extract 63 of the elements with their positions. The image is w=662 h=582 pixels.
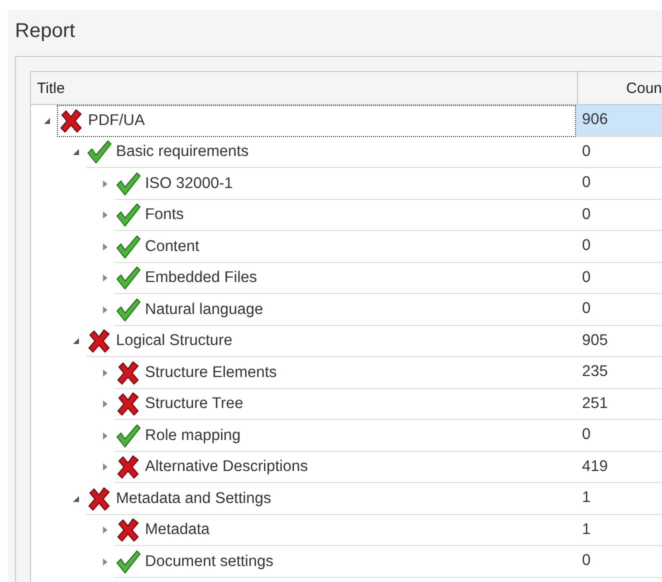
column-header[interactable]: Title [31, 72, 578, 104]
collapsed-arrow-icon[interactable] [101, 180, 109, 188]
collapsed-arrow-icon[interactable] [101, 400, 109, 408]
expanded-arrow-icon[interactable] [72, 337, 80, 346]
tree-row[interactable]: ISO 32000-1 [115, 168, 576, 200]
tree-row[interactable]: Structure Tree [115, 388, 576, 420]
count-cell: 0 [576, 231, 662, 262]
tree-row[interactable]: Content [115, 231, 576, 262]
count-cell: 251 [576, 388, 662, 420]
count-cell: 0 [576, 168, 662, 200]
row-title: Role mapping [145, 426, 241, 445]
row-title: PDF/UA [88, 112, 145, 130]
tree-row[interactable]: PDF/UA [57, 105, 576, 136]
tree-row[interactable]: Alternative Descriptions [115, 452, 576, 483]
collapsed-arrow-icon[interactable] [101, 432, 109, 440]
count-cell: 0 [576, 262, 662, 294]
count-cell: 1 [576, 514, 662, 546]
row-title: Basic requirements [116, 143, 249, 162]
count-cell: 0 [576, 136, 662, 168]
count-cell: 905 [576, 326, 662, 357]
row-title: Embedded Files [145, 269, 258, 288]
row-title: Alternative Descriptions [145, 458, 308, 476]
panel-title: Report [15, 20, 76, 44]
count-cell: 0 [576, 200, 662, 231]
row-title: Structure Tree [145, 395, 244, 414]
column-header[interactable]: Coun [578, 72, 662, 104]
tree-row[interactable]: Metadata and Settings [86, 483, 576, 514]
collapsed-arrow-icon[interactable] [101, 558, 109, 566]
collapsed-arrow-icon[interactable] [101, 463, 109, 472]
tree-row[interactable]: Role mapping [115, 420, 576, 452]
tree-row[interactable]: Basic requirements [86, 136, 576, 168]
collapsed-arrow-icon[interactable] [101, 211, 109, 220]
row-title: Structure Elements [145, 364, 277, 382]
collapsed-arrow-icon[interactable] [101, 368, 109, 377]
tree-row[interactable]: Logical Structure [86, 326, 576, 357]
row-title: Fonts [145, 206, 184, 224]
count-cell: 0 [576, 294, 662, 326]
tree-row[interactable]: Structure Elements [115, 357, 576, 388]
tree-row[interactable]: Embedded Files [115, 262, 576, 294]
collapsed-arrow-icon[interactable] [101, 306, 109, 314]
expanded-arrow-icon[interactable] [72, 148, 80, 156]
expanded-arrow-icon[interactable] [72, 494, 80, 503]
count-cell: 906 [576, 105, 662, 136]
row-title: ISO 32000-1 [145, 174, 233, 193]
count-cell: 235 [576, 357, 662, 388]
expanded-arrow-icon[interactable] [43, 116, 51, 125]
row-title: Metadata [145, 521, 210, 540]
count-cell: 419 [576, 452, 662, 483]
tree-row[interactable]: Fonts [115, 200, 576, 231]
tree-row[interactable]: Natural language [115, 294, 576, 326]
row-title: Metadata and Settings [116, 490, 272, 508]
collapsed-arrow-icon[interactable] [101, 526, 109, 534]
count-cell: 0 [576, 546, 662, 578]
row-title: Document settings [145, 552, 274, 571]
collapsed-arrow-icon[interactable] [101, 274, 109, 282]
row-title: Content [145, 238, 200, 256]
count-cell: 0 [576, 420, 662, 452]
collapsed-arrow-icon[interactable] [101, 242, 109, 251]
row-title: Natural language [145, 300, 264, 319]
tree-row[interactable]: Metadata [115, 514, 576, 546]
row-title: Logical Structure [116, 332, 232, 350]
tree-row[interactable]: Document settings [115, 546, 576, 578]
count-cell: 1 [576, 483, 662, 514]
